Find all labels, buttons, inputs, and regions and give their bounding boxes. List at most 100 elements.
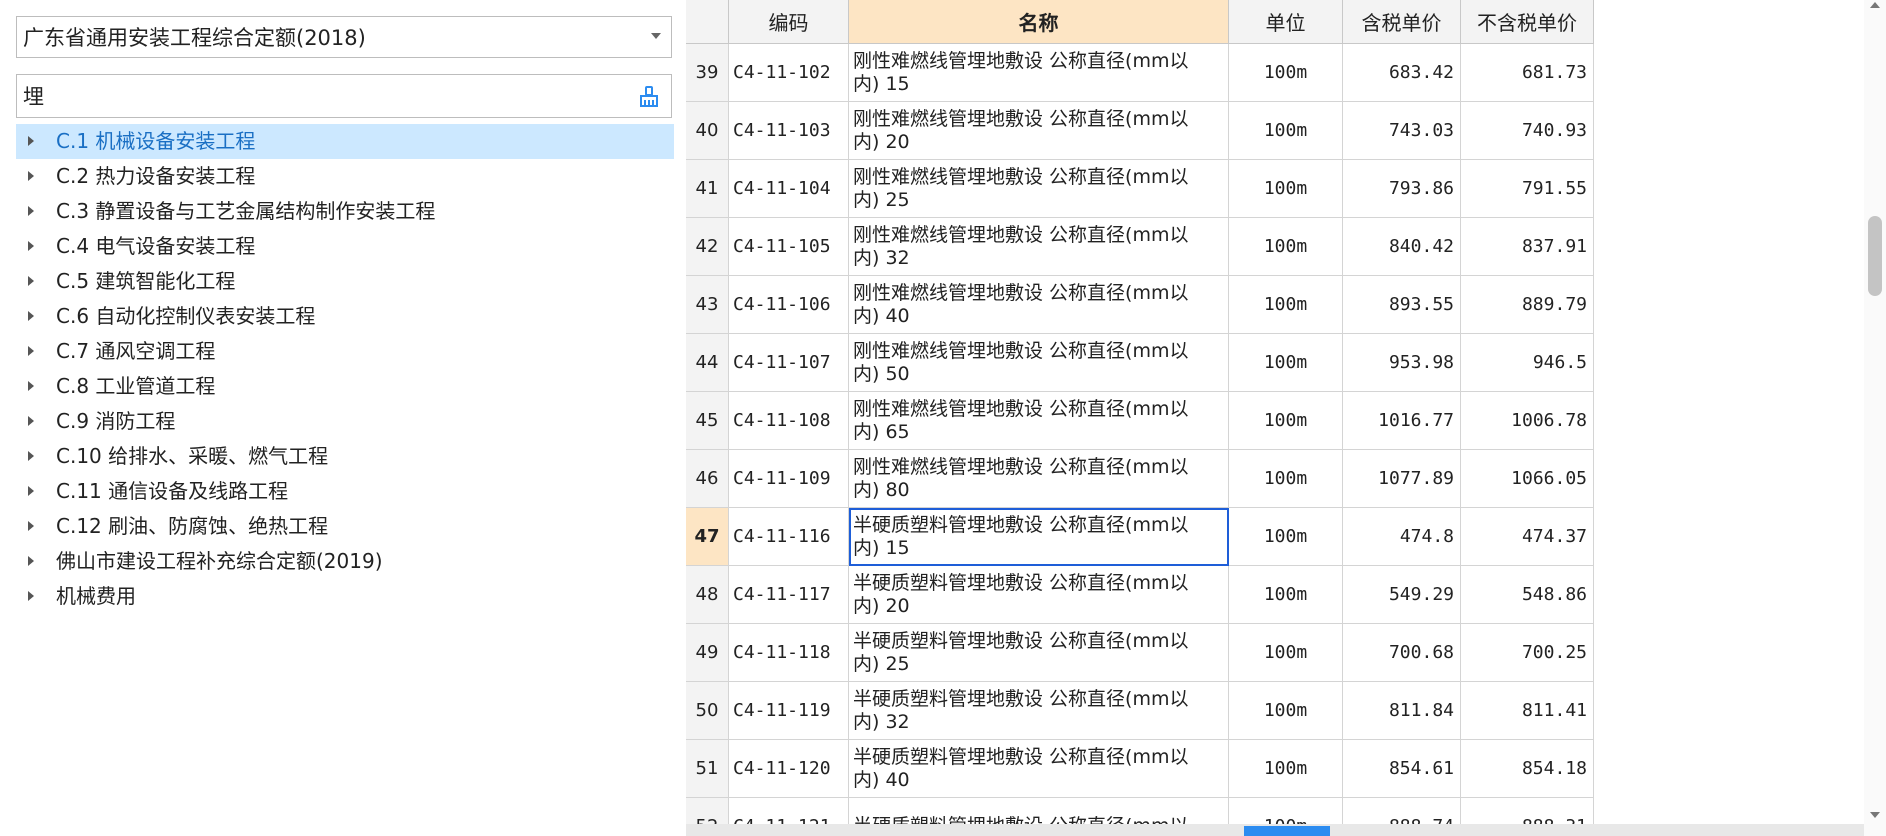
tree-item[interactable]: C.2 热力设备安装工程	[16, 159, 674, 194]
tree-item[interactable]: C.3 静置设备与工艺金属结构制作安装工程	[16, 194, 674, 229]
table-row[interactable]: 41 C4-11-104 刚性难燃线管埋地敷设 公称直径(mm以 内) 25 100m 7…	[686, 160, 1594, 218]
price-with-tax-cell[interactable]: 893.55	[1343, 276, 1461, 334]
unit-cell[interactable]: 100m	[1229, 624, 1343, 682]
tree-item[interactable]: C.4 电气设备安装工程	[16, 229, 674, 264]
unit-cell[interactable]: 100m	[1229, 44, 1343, 102]
price-with-tax-cell[interactable]: 743.03	[1343, 102, 1461, 160]
unit-cell[interactable]: 100m	[1229, 508, 1343, 566]
row-number-cell[interactable]: 45	[686, 392, 729, 450]
unit-cell[interactable]: 100m	[1229, 450, 1343, 508]
price-with-tax-cell[interactable]: 683.42	[1343, 44, 1461, 102]
caret-right-icon[interactable]	[28, 241, 34, 251]
code-cell[interactable]: C4-11-109	[729, 450, 849, 508]
row-number-cell[interactable]: 42	[686, 218, 729, 276]
caret-right-icon[interactable]	[28, 451, 34, 461]
price-without-tax-cell[interactable]: 700.25	[1461, 624, 1594, 682]
name-cell[interactable]: 刚性难燃线管埋地敷设 公称直径(mm以 内) 25	[849, 160, 1229, 218]
name-cell[interactable]: 半硬质塑料管埋地敷设 公称直径(mm以 内) 25	[849, 624, 1229, 682]
price-with-tax-cell[interactable]: 840.42	[1343, 218, 1461, 276]
row-number-cell[interactable]: 43	[686, 276, 729, 334]
price-without-tax-cell[interactable]: 946.5	[1461, 334, 1594, 392]
price-without-tax-cell[interactable]: 854.18	[1461, 740, 1594, 798]
horizontal-scrollbar[interactable]	[686, 824, 1864, 836]
tree-item[interactable]: C.9 消防工程	[16, 404, 674, 439]
header-unit[interactable]: 单位	[1229, 0, 1343, 44]
code-cell[interactable]: C4-11-107	[729, 334, 849, 392]
tree-item[interactable]: C.1 机械设备安装工程	[16, 124, 674, 159]
caret-right-icon[interactable]	[28, 556, 34, 566]
header-code[interactable]: 编码	[729, 0, 849, 44]
code-cell[interactable]: C4-11-120	[729, 740, 849, 798]
name-cell[interactable]: 刚性难燃线管埋地敷设 公称直径(mm以 内) 50	[849, 334, 1229, 392]
table-row[interactable]: 40 C4-11-103 刚性难燃线管埋地敷设 公称直径(mm以 内) 20 100m 7…	[686, 102, 1594, 160]
price-without-tax-cell[interactable]: 1066.05	[1461, 450, 1594, 508]
unit-cell[interactable]: 100m	[1229, 160, 1343, 218]
tree-item[interactable]: C.5 建筑智能化工程	[16, 264, 674, 299]
price-with-tax-cell[interactable]: 474.8	[1343, 508, 1461, 566]
unit-cell[interactable]: 100m	[1229, 102, 1343, 160]
unit-cell[interactable]: 100m	[1229, 566, 1343, 624]
caret-right-icon[interactable]	[28, 591, 34, 601]
unit-cell[interactable]: 100m	[1229, 740, 1343, 798]
name-cell[interactable]: 刚性难燃线管埋地敷设 公称直径(mm以 内) 15	[849, 44, 1229, 102]
row-number-cell[interactable]: 50	[686, 682, 729, 740]
caret-right-icon[interactable]	[28, 206, 34, 216]
name-cell[interactable]: 半硬质塑料管埋地敷设 公称直径(mm以 内) 40	[849, 740, 1229, 798]
row-number-cell[interactable]: 46	[686, 450, 729, 508]
caret-right-icon[interactable]	[28, 311, 34, 321]
vertical-scroll-thumb[interactable]	[1868, 216, 1882, 296]
price-without-tax-cell[interactable]: 791.55	[1461, 160, 1594, 218]
table-row[interactable]: 50 C4-11-119 半硬质塑料管埋地敷设 公称直径(mm以 内) 32 100m 8…	[686, 682, 1594, 740]
code-cell[interactable]: C4-11-118	[729, 624, 849, 682]
price-without-tax-cell[interactable]: 681.73	[1461, 44, 1594, 102]
table-row[interactable]: 42 C4-11-105 刚性难燃线管埋地敷设 公称直径(mm以 内) 32 100m 8…	[686, 218, 1594, 276]
name-cell[interactable]: 刚性难燃线管埋地敷设 公称直径(mm以 内) 40	[849, 276, 1229, 334]
code-cell[interactable]: C4-11-119	[729, 682, 849, 740]
table-row[interactable]: 44 C4-11-107 刚性难燃线管埋地敷设 公称直径(mm以 内) 50 100m 9…	[686, 334, 1594, 392]
table-row[interactable]: 48 C4-11-117 半硬质塑料管埋地敷设 公称直径(mm以 内) 20 100m 5…	[686, 566, 1594, 624]
tree-item[interactable]: 机械费用	[16, 579, 674, 614]
tree-item[interactable]: C.12 刷油、防腐蚀、绝热工程	[16, 509, 674, 544]
search-input[interactable]	[17, 75, 617, 117]
price-with-tax-cell[interactable]: 854.61	[1343, 740, 1461, 798]
name-cell[interactable]: 刚性难燃线管埋地敷设 公称直径(mm以 内) 65	[849, 392, 1229, 450]
name-cell[interactable]: 刚性难燃线管埋地敷设 公称直径(mm以 内) 80	[849, 450, 1229, 508]
row-number-cell[interactable]: 44	[686, 334, 729, 392]
tree-item[interactable]: C.8 工业管道工程	[16, 369, 674, 404]
name-cell[interactable]: 刚性难燃线管埋地敷设 公称直径(mm以 内) 20	[849, 102, 1229, 160]
caret-right-icon[interactable]	[28, 486, 34, 496]
chevron-down-icon[interactable]	[651, 33, 661, 39]
price-with-tax-cell[interactable]: 549.29	[1343, 566, 1461, 624]
row-number-cell[interactable]: 49	[686, 624, 729, 682]
name-cell[interactable]: 半硬质塑料管埋地敷设 公称直径(mm以 内) 20	[849, 566, 1229, 624]
price-without-tax-cell[interactable]: 1006.78	[1461, 392, 1594, 450]
table-row[interactable]: 45 C4-11-108 刚性难燃线管埋地敷设 公称直径(mm以 内) 65 100m 1…	[686, 392, 1594, 450]
name-cell[interactable]: 半硬质塑料管埋地敷设 公称直径(mm以 内) 32	[849, 682, 1229, 740]
name-cell[interactable]: 半硬质塑料管埋地敷设 公称直径(mm以 内) 15	[849, 508, 1229, 566]
name-cell[interactable]: 刚性难燃线管埋地敷设 公称直径(mm以 内) 32	[849, 218, 1229, 276]
code-cell[interactable]: C4-11-117	[729, 566, 849, 624]
caret-right-icon[interactable]	[28, 346, 34, 356]
brush-icon[interactable]	[637, 85, 661, 109]
header-price-with-tax[interactable]: 含税单价	[1343, 0, 1461, 44]
caret-right-icon[interactable]	[28, 521, 34, 531]
caret-right-icon[interactable]	[28, 171, 34, 181]
table-row[interactable]: 51 C4-11-120 半硬质塑料管埋地敷设 公称直径(mm以 内) 40 100m 8…	[686, 740, 1594, 798]
quota-library-select[interactable]: 广东省通用安装工程综合定额(2018)	[16, 16, 672, 58]
caret-right-icon[interactable]	[28, 381, 34, 391]
header-price-without-tax[interactable]: 不含税单价	[1461, 0, 1594, 44]
price-with-tax-cell[interactable]: 700.68	[1343, 624, 1461, 682]
row-number-cell[interactable]: 47	[686, 508, 729, 566]
code-cell[interactable]: C4-11-102	[729, 44, 849, 102]
unit-cell[interactable]: 100m	[1229, 334, 1343, 392]
price-without-tax-cell[interactable]: 889.79	[1461, 276, 1594, 334]
header-name[interactable]: 名称	[849, 0, 1229, 44]
price-without-tax-cell[interactable]: 811.41	[1461, 682, 1594, 740]
tree-item[interactable]: 佛山市建设工程补充综合定额(2019)	[16, 544, 674, 579]
price-with-tax-cell[interactable]: 953.98	[1343, 334, 1461, 392]
caret-right-icon[interactable]	[28, 276, 34, 286]
code-cell[interactable]: C4-11-103	[729, 102, 849, 160]
tree-item[interactable]: C.10 给排水、采暖、燃气工程	[16, 439, 674, 474]
code-cell[interactable]: C4-11-104	[729, 160, 849, 218]
vertical-scrollbar[interactable]	[1864, 0, 1886, 836]
